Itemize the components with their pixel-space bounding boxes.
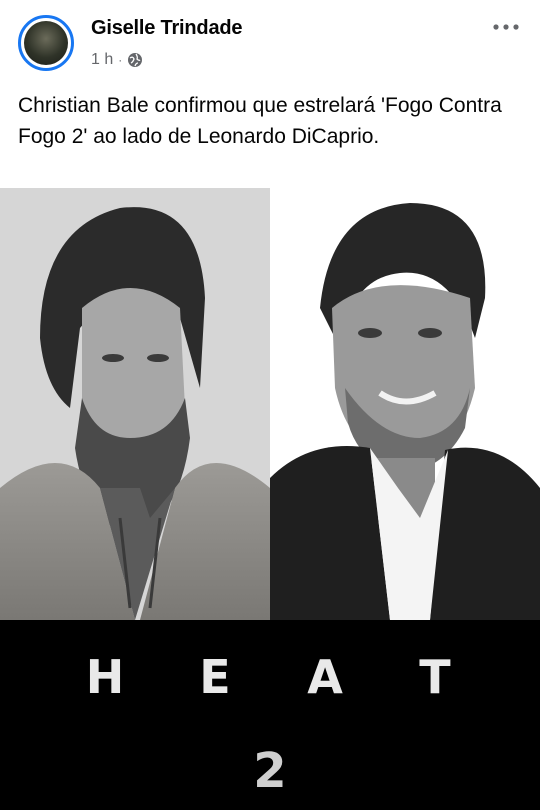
- post-time[interactable]: 1 h: [91, 51, 113, 69]
- post-meta: 1 h ·: [91, 50, 143, 70]
- title-letter: A: [307, 650, 343, 704]
- author-name[interactable]: Giselle Trindade: [91, 17, 243, 40]
- post-text: Christian Bale confirmou que estrelará '…: [18, 94, 502, 148]
- heat-number: 2: [253, 743, 287, 799]
- more-options-button[interactable]: [488, 10, 524, 38]
- more-horizontal-icon: [491, 11, 521, 37]
- avatar[interactable]: [18, 15, 74, 71]
- meta-separator: ·: [118, 53, 123, 67]
- heat-title: HEAT: [0, 650, 540, 704]
- avatar-image: [24, 21, 68, 65]
- post-header: Giselle Trindade 1 h ·: [0, 0, 540, 84]
- post-image[interactable]: H E A T 2: [0, 188, 540, 810]
- photo-leonardo-dicaprio: [270, 188, 540, 620]
- title-letter: E: [199, 650, 231, 704]
- globe-icon[interactable]: [127, 52, 143, 68]
- photo-christian-bale: [0, 188, 270, 620]
- title-letter: H: [85, 650, 125, 704]
- title-letter: T: [419, 650, 451, 704]
